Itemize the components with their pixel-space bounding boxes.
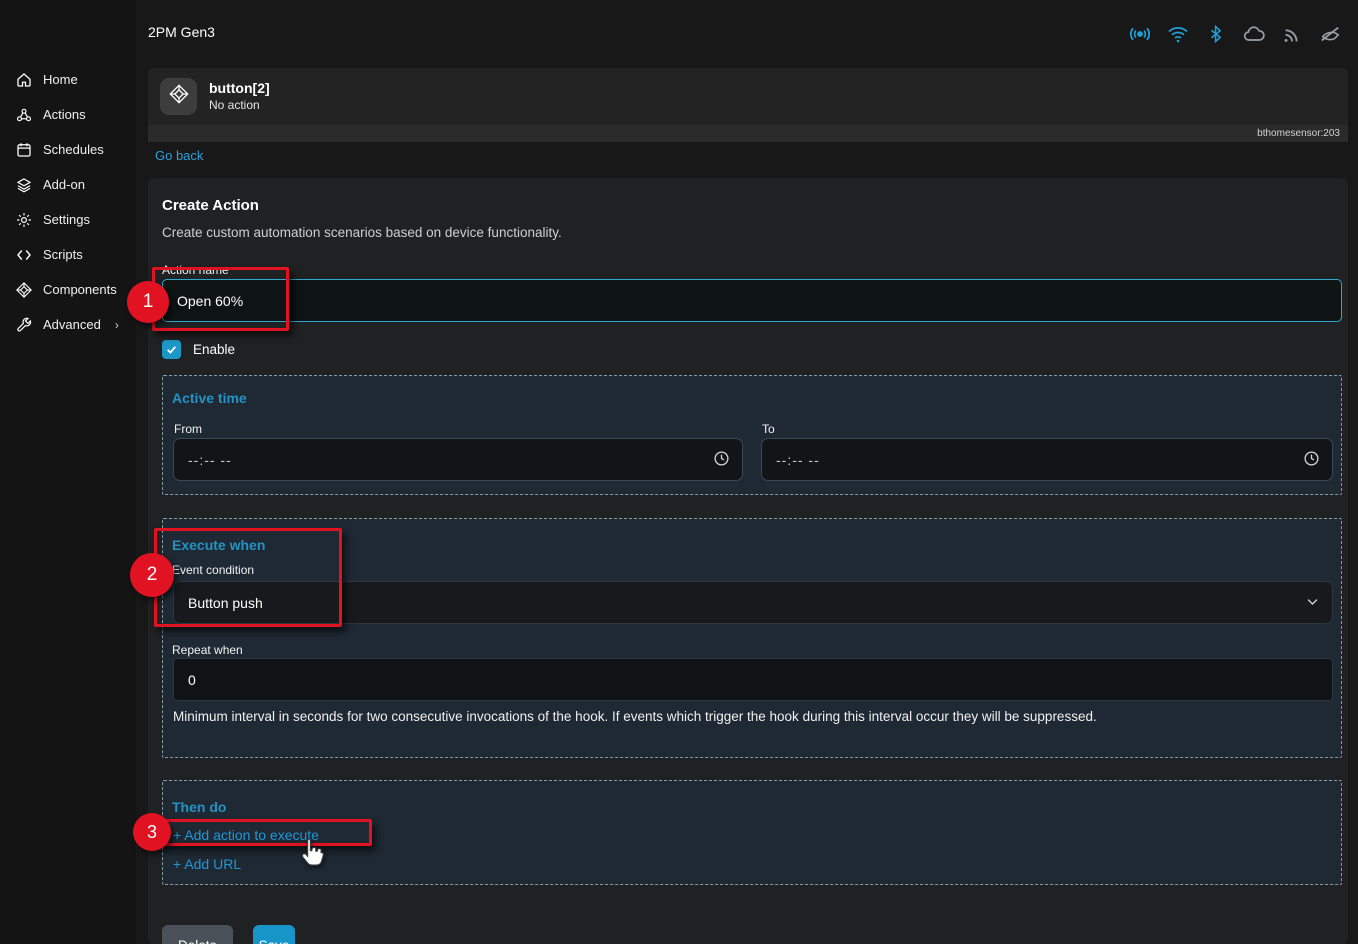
create-action-card: Create Action Create custom automation s…: [148, 178, 1348, 944]
sidebar-item-label: Add-on: [43, 177, 85, 192]
sidebar-item-components[interactable]: Components: [0, 272, 136, 307]
from-label: From: [174, 422, 202, 436]
sidebar-item-label: Advanced: [43, 317, 101, 332]
sidebar-item-label: Scripts: [43, 247, 83, 262]
bluetooth-icon: [1204, 22, 1228, 46]
layers-icon: [14, 175, 33, 194]
status-icons: [1128, 22, 1342, 46]
component-name: button[2]: [209, 80, 270, 97]
gear-icon: [14, 210, 33, 229]
code-icon: [14, 245, 33, 264]
sidebar-item-home[interactable]: Home: [0, 62, 136, 97]
component-meta-strip: bthomesensor:203: [148, 125, 1348, 142]
check-icon: [165, 343, 178, 356]
component-status: No action: [209, 97, 270, 113]
sidebar-item-schedules[interactable]: Schedules: [0, 132, 136, 167]
component-tile: [160, 78, 197, 115]
go-back-link[interactable]: Go back: [155, 148, 203, 163]
sidebar-item-settings[interactable]: Settings: [0, 202, 136, 237]
delete-button[interactable]: Delete: [162, 925, 233, 944]
enable-label: Enable: [193, 342, 235, 357]
component-header-card: button[2] No action bthomesensor:203: [148, 68, 1348, 142]
sidebar-item-label: Home: [43, 72, 78, 87]
save-button[interactable]: Save: [253, 925, 295, 944]
sidebar-item-actions[interactable]: Actions: [0, 97, 136, 132]
clock-icon[interactable]: [1303, 450, 1320, 470]
broadcast-icon: [1280, 22, 1304, 46]
event-condition-value: Button push: [188, 595, 263, 611]
active-time-panel: Active time From --:-- -- To --:-- --: [162, 375, 1342, 495]
page-title: 2PM Gen3: [148, 24, 215, 40]
cube-icon: [168, 83, 190, 110]
sidebar-item-label: Components: [43, 282, 117, 297]
to-time-value: --:-- --: [776, 452, 820, 468]
then-do-panel: Then do + Add action to execute + Add UR…: [162, 780, 1342, 885]
sidebar: Home Actions Schedules Add-on Settings: [0, 0, 136, 944]
sidebar-item-addon[interactable]: Add-on: [0, 167, 136, 202]
execute-when-panel: Execute when Event condition Button push…: [162, 518, 1342, 758]
to-time-input[interactable]: --:-- --: [761, 438, 1333, 481]
action-name-input[interactable]: [162, 279, 1342, 322]
component-info: button[2] No action: [209, 80, 270, 113]
chevron-right-icon: ›: [115, 318, 119, 332]
sidebar-item-label: Schedules: [43, 142, 104, 157]
component-meta: bthomesensor:203: [1257, 128, 1340, 139]
to-label: To: [762, 422, 775, 436]
access-point-icon: [1128, 22, 1152, 46]
cube-icon: [14, 280, 33, 299]
actions-icon: [14, 105, 33, 124]
from-time-input[interactable]: --:-- --: [173, 438, 743, 481]
event-condition-label: Event condition: [172, 563, 254, 577]
action-name-label: Action name: [162, 263, 229, 277]
repeat-when-label: Repeat when: [172, 643, 243, 657]
sidebar-item-scripts[interactable]: Scripts: [0, 237, 136, 272]
sidebar-item-label: Actions: [43, 107, 86, 122]
add-action-link[interactable]: + Add action to execute: [173, 827, 319, 843]
component-header: button[2] No action: [148, 68, 1348, 125]
sidebar-item-advanced[interactable]: Advanced ›: [0, 307, 136, 342]
then-do-title: Then do: [172, 799, 226, 815]
from-time-value: --:-- --: [188, 452, 232, 468]
repeat-when-input[interactable]: 0: [173, 658, 1333, 701]
form-title: Create Action: [162, 197, 259, 214]
wifi-icon: [1166, 22, 1190, 46]
calendar-icon: [14, 140, 33, 159]
feature-disabled-icon: [1318, 22, 1342, 46]
add-url-link[interactable]: + Add URL: [173, 856, 241, 872]
cloud-icon: [1242, 22, 1266, 46]
repeat-help-text: Minimum interval in seconds for two cons…: [173, 709, 1323, 724]
sidebar-item-label: Settings: [43, 212, 90, 227]
repeat-when-value: 0: [188, 672, 196, 688]
enable-checkbox[interactable]: [162, 340, 181, 359]
active-time-title: Active time: [172, 390, 247, 406]
event-condition-select[interactable]: Button push: [173, 581, 1333, 624]
chevron-down-icon: [1305, 594, 1320, 612]
wrench-icon: [14, 315, 33, 334]
enable-row: Enable: [162, 340, 235, 359]
form-description: Create custom automation scenarios based…: [162, 225, 562, 240]
home-icon: [14, 70, 33, 89]
app-window: Home Actions Schedules Add-on Settings: [0, 0, 1358, 944]
execute-when-title: Execute when: [172, 537, 265, 553]
clock-icon[interactable]: [713, 450, 730, 470]
